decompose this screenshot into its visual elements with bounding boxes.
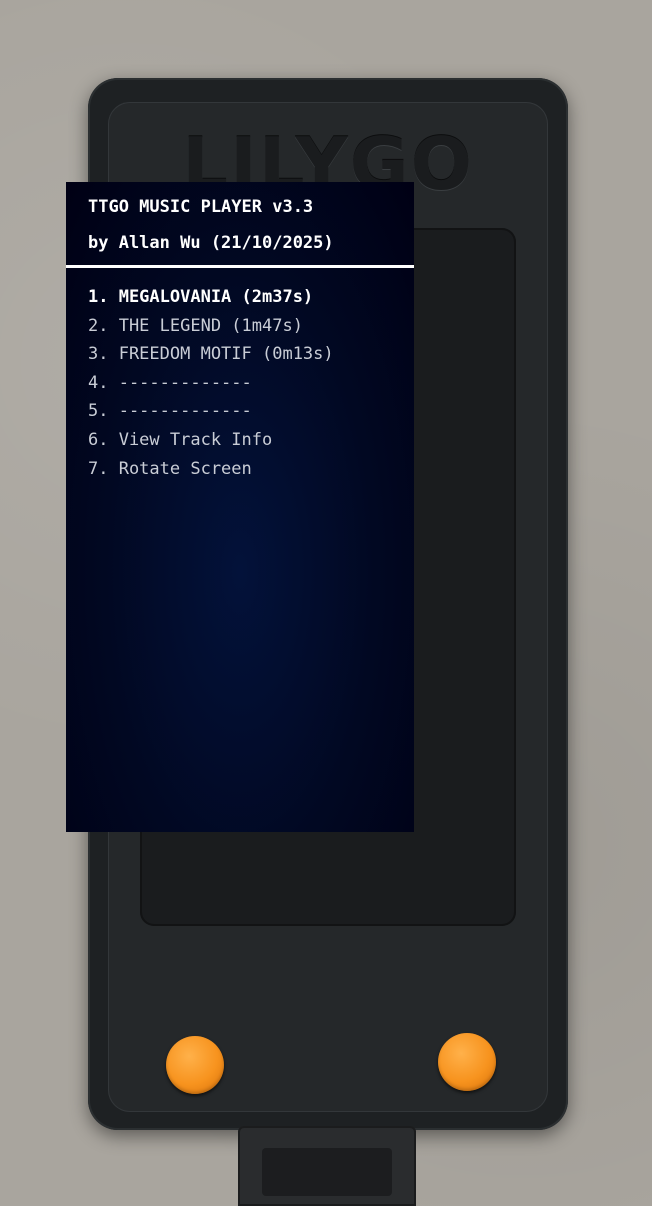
menu-item-view-track-info[interactable]: 6. View Track Info xyxy=(88,430,334,459)
menu-item-empty-5[interactable]: 5. ------------- xyxy=(88,401,334,430)
menu-item-the-legend[interactable]: 2. THE LEGEND (1m47s) xyxy=(88,316,334,345)
right-hardware-button[interactable] xyxy=(438,1033,496,1091)
header-divider xyxy=(66,265,414,268)
app-subtitle: by Allan Wu (21/10/2025) xyxy=(88,233,334,253)
usb-connector xyxy=(238,1126,416,1206)
display-screen: TTGO MUSIC PLAYER v3.3 by Allan Wu (21/1… xyxy=(66,182,414,832)
menu-item-rotate-screen[interactable]: 7. Rotate Screen xyxy=(88,459,334,488)
app-title: TTGO MUSIC PLAYER v3.3 xyxy=(88,197,314,217)
menu-item-freedom-motif[interactable]: 3. FREEDOM MOTIF (0m13s) xyxy=(88,344,334,373)
usb-plug xyxy=(262,1148,392,1196)
left-hardware-button[interactable] xyxy=(166,1036,224,1094)
menu-item-megalovania[interactable]: 1. MEGALOVANIA (2m37s) xyxy=(88,287,334,316)
menu-item-empty-4[interactable]: 4. ------------- xyxy=(88,373,334,402)
track-menu: 1. MEGALOVANIA (2m37s) 2. THE LEGEND (1m… xyxy=(88,287,334,487)
